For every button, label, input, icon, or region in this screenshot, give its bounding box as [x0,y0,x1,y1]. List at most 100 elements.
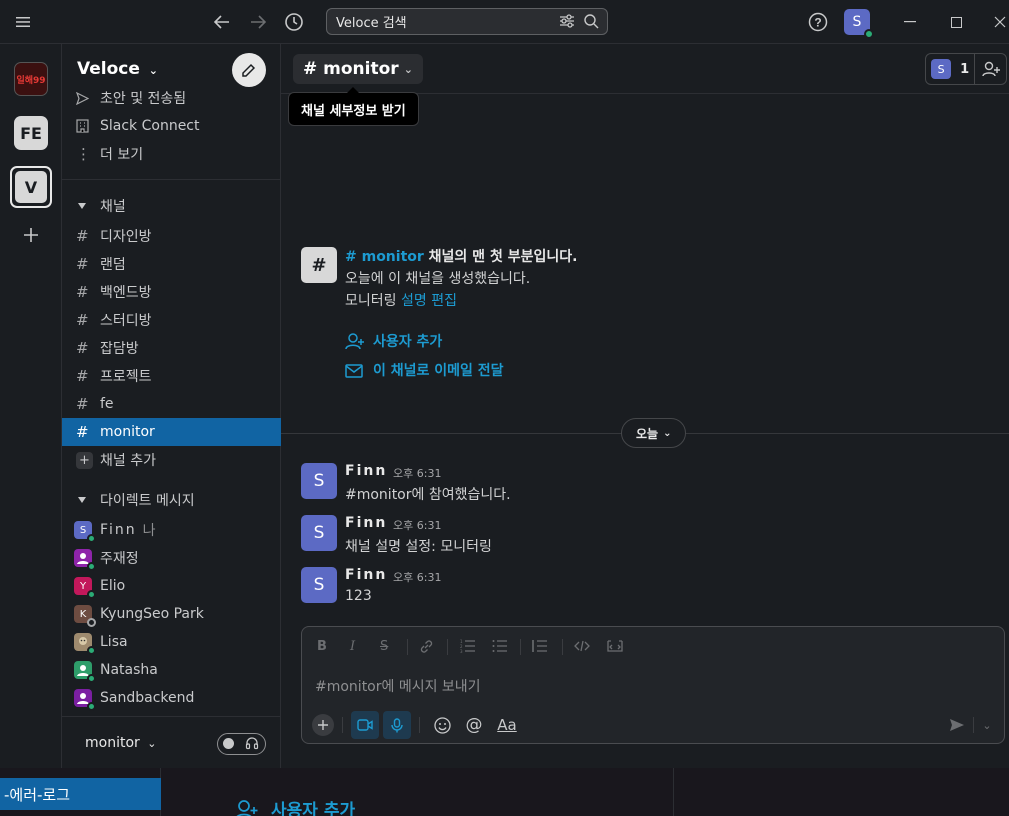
avatar [74,549,96,571]
bullet-list-icon[interactable] [492,639,507,657]
background-selected-label: -에러-로그 [4,785,71,804]
attach-plus-button[interactable] [312,711,334,739]
link-icon[interactable] [419,639,434,658]
day-jump-button[interactable]: 오늘 ⌄ [621,418,687,448]
background-selected-channel[interactable]: -에러-로그 [0,778,161,810]
search-input[interactable]: Veloce 검색 [326,8,608,35]
ordered-list-icon[interactable]: 123 [460,639,475,657]
add-user-button[interactable]: 사용자 추가 [345,331,442,351]
sidebar-channel[interactable]: # 백엔드방 [62,278,281,306]
hash-icon: # [76,227,89,245]
hamburger-menu-icon[interactable] [12,12,34,32]
toggle-knob [223,738,234,749]
avatar-initial: Y [79,580,87,592]
avatar [74,633,96,655]
message-author[interactable]: Finn [345,463,387,479]
channels-header-label: 채널 [100,199,126,215]
workspace-name[interactable]: Veloce ⌄ [77,59,158,79]
dm-item[interactable]: Y Elio [62,572,281,600]
sidebar-channel[interactable]: # 스터디방 [62,306,281,334]
channel-title-button[interactable]: # monitor ⌄ [293,54,423,84]
workspace-icon-1[interactable]: 일해99 [14,62,48,96]
italic-icon[interactable]: I [350,639,355,654]
dm-item[interactable]: Natasha [62,656,281,684]
background-add-user-button[interactable]: 사용자 추가 [235,796,355,816]
avatar[interactable]: S [301,567,337,603]
email-channel-button[interactable]: 이 채널로 이메일 전달 [345,360,504,380]
message-author[interactable]: Finn [345,567,387,583]
add-workspace-icon[interactable] [20,224,42,246]
video-clip-button[interactable] [351,711,379,739]
avatar-initial: S [313,575,325,595]
blockquote-icon[interactable] [532,639,547,657]
sidebar-channel[interactable]: # 디자인방 [62,222,281,250]
audio-clip-button[interactable] [383,711,411,739]
channels-section-header[interactable]: 채널 [62,192,281,220]
emoji-icon[interactable] [430,711,454,739]
chevron-down-icon: ⌄ [663,427,672,439]
message-author[interactable]: Finn [345,515,387,531]
members-button[interactable]: S 1 [925,53,1007,85]
sidebar-item-drafts[interactable]: 초안 및 전송됨 [62,85,281,111]
avatar[interactable]: S [301,463,337,499]
maximize-window-icon[interactable] [944,12,968,32]
message[interactable]: S Finn 오후 6:31 #monitor에 참여했습니다. [301,463,1001,511]
bold-icon[interactable]: B [317,639,327,654]
add-member-icon[interactable] [975,54,1006,84]
message-input[interactable]: #monitor에 메시지 보내기 [315,676,481,696]
sidebar-channel[interactable]: # 랜덤 [62,250,281,278]
minimize-window-icon[interactable] [898,12,922,32]
toolbar-divider [520,639,521,655]
back-arrow-icon[interactable] [210,10,234,34]
more-vertical-icon: ⋮ [76,145,91,163]
member-count-value: 1 [960,61,970,77]
forward-arrow-icon[interactable] [246,10,270,34]
message-timestamp[interactable]: 오후 6:31 [393,517,441,533]
text-format-toggle[interactable]: Aa [495,711,519,739]
channel-label: 백엔드방 [100,285,152,301]
dm-name: Sandbackend [100,690,195,706]
dm-item[interactable]: Lisa [62,628,281,656]
strikethrough-icon[interactable]: S [380,639,388,654]
dm-item[interactable]: K KyungSeo Park [62,600,281,628]
huddle-channel-selector[interactable]: monitor ⌄ [85,735,156,751]
dm-item[interactable]: S Finn 나 [62,516,281,544]
code-block-icon[interactable] [607,639,623,657]
add-channel-button[interactable]: + 채널 추가 [62,446,281,474]
dm-name: Elio [100,578,126,594]
message[interactable]: S Finn 오후 6:31 채널 설명 설정: 모니터링 [301,515,1001,563]
hash-icon: # [76,423,89,441]
workspace-icon-veloce[interactable]: V [10,166,52,208]
sidebar-channel[interactable]: # 잡담방 [62,334,281,362]
sidebar-item-more[interactable]: ⋮ 더 보기 [62,140,281,168]
sidebar-channel[interactable]: # 프로젝트 [62,362,281,390]
message[interactable]: S Finn 오후 6:31 123 [301,567,1001,615]
member-count[interactable]: S 1 [926,54,976,84]
sidebar-channel[interactable]: # fe [62,390,281,418]
edit-description-link[interactable]: 설명 편집 [401,293,457,309]
dm-item[interactable]: 주재정 [62,544,281,572]
caret-down-icon [78,497,86,503]
member-avatar: S [931,59,952,79]
sidebar-item-slack-connect[interactable]: Slack Connect [62,112,281,140]
sidebar-channel-active[interactable]: # monitor [62,418,281,446]
code-icon[interactable] [574,639,590,657]
history-clock-icon[interactable] [282,10,306,34]
avatar[interactable]: S [301,515,337,551]
dm-section-header[interactable]: 다이렉트 메시지 [62,486,281,514]
intro-channel-link[interactable]: # monitor [345,249,424,265]
dm-item[interactable]: Sandbackend [62,684,281,712]
huddle-toggle[interactable] [217,733,266,755]
user-avatar[interactable]: S [844,9,874,39]
compose-button[interactable] [232,53,266,87]
close-window-icon[interactable] [990,12,1009,32]
schedule-send-chevron-icon[interactable]: ⌄ [978,711,996,739]
workspace-icon-fe[interactable]: FE [14,116,48,150]
send-button[interactable] [946,711,968,739]
filter-sliders-icon[interactable] [559,14,575,32]
message-timestamp[interactable]: 오후 6:31 [393,465,441,481]
mention-icon[interactable]: @ [462,711,486,739]
help-icon[interactable]: ? [807,11,829,33]
send-icon [76,91,100,105]
message-timestamp[interactable]: 오후 6:31 [393,569,441,585]
